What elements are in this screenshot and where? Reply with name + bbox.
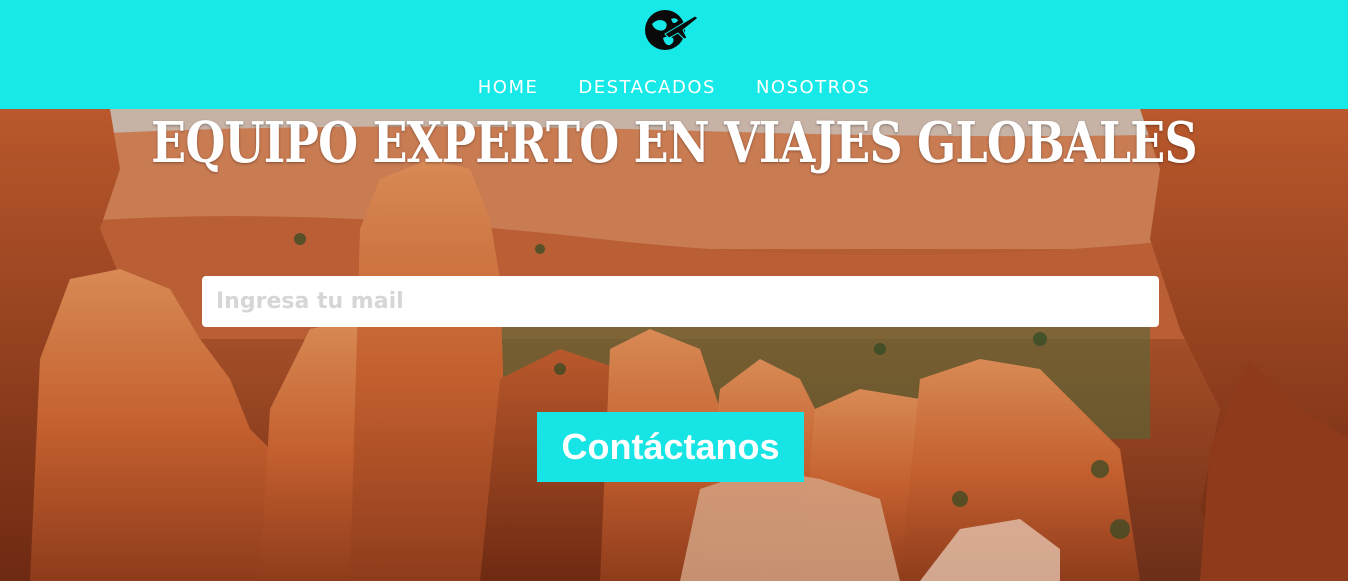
site-header: HOME DESTACADOS NOSOTROS — [0, 0, 1348, 109]
email-input[interactable] — [202, 276, 1159, 327]
globe-airplane-icon[interactable] — [643, 8, 699, 52]
nav-nosotros[interactable]: NOSOTROS — [736, 76, 890, 100]
main-nav: HOME DESTACADOS NOSOTROS — [0, 76, 1348, 100]
nav-destacados[interactable]: DESTACADOS — [558, 76, 736, 100]
hero-section: EQUIPO EXPERTO EN VIAJES GLOBALES Contác… — [0, 109, 1348, 581]
canyon-background-image — [0, 109, 1348, 581]
nav-home[interactable]: HOME — [458, 76, 559, 100]
hero-headline: EQUIPO EXPERTO EN VIAJES GLOBALES — [151, 110, 1197, 176]
contact-button[interactable]: Contáctanos — [537, 412, 804, 482]
